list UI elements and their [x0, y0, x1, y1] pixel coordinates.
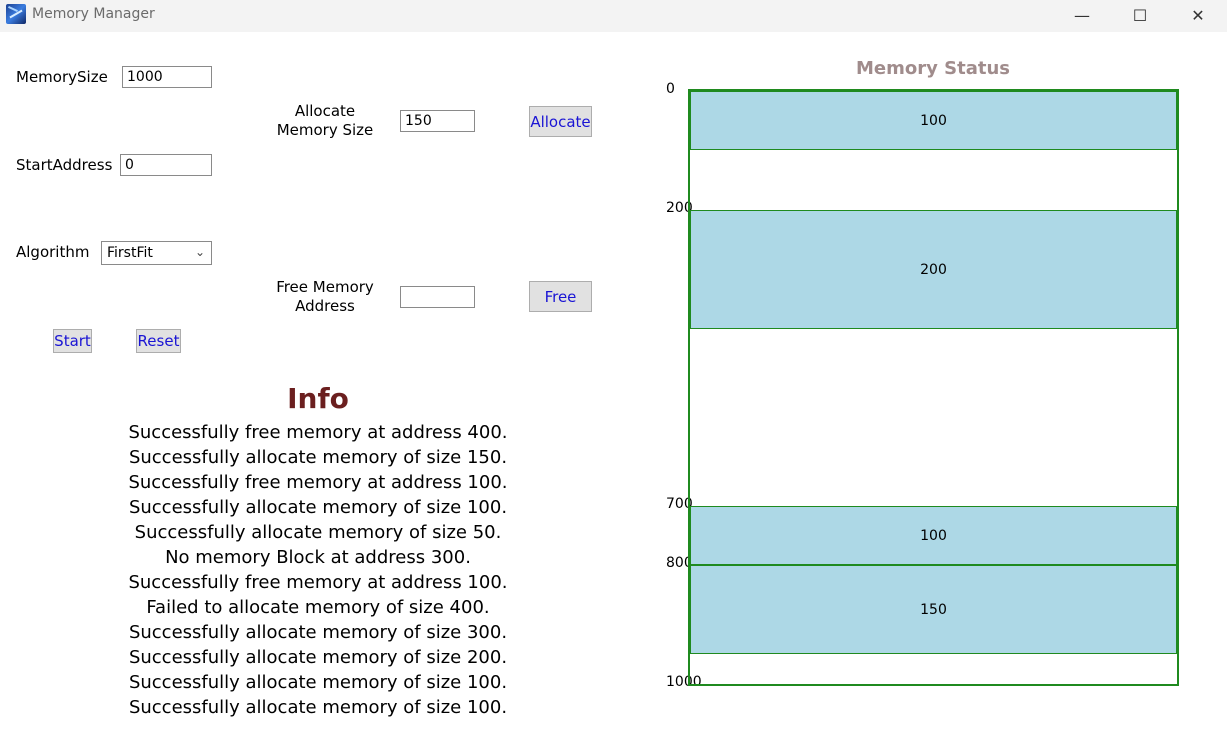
info-message: Successfully free memory at address 100.: [128, 472, 508, 493]
start-button[interactable]: Start: [53, 329, 92, 353]
chevron-down-icon: ⌄: [194, 245, 205, 259]
info-message: Successfully allocate memory of size 200…: [128, 647, 508, 668]
memory-block: 200: [690, 210, 1177, 329]
memory-block-label: 150: [920, 601, 947, 618]
memory-size-input[interactable]: 1000: [122, 66, 212, 88]
memory-map: 100 200 100 150: [688, 89, 1179, 686]
algorithm-select[interactable]: FirstFit ⌄: [101, 241, 212, 265]
memory-block: 150: [690, 565, 1177, 654]
maximize-button[interactable]: ☐: [1111, 0, 1169, 30]
memory-block-label: 100: [920, 112, 947, 129]
info-log: Successfully free memory at address 400.…: [18, 420, 618, 720]
reset-button[interactable]: Reset: [136, 329, 181, 353]
info-message: Successfully allocate memory of size 300…: [128, 622, 508, 643]
free-address-input[interactable]: [400, 286, 475, 308]
allocate-size-label: Allocate Memory Size: [276, 102, 374, 139]
maximize-icon: ☐: [1132, 5, 1148, 25]
free-button[interactable]: Free: [529, 281, 592, 312]
info-message: Successfully free memory at address 400.: [128, 422, 508, 443]
algorithm-value: FirstFit: [107, 245, 153, 261]
minimize-button[interactable]: —: [1053, 0, 1111, 30]
memory-block-label: 100: [920, 527, 947, 544]
title-bar: Memory Manager — ☐ ✕: [0, 0, 1227, 32]
free-address-label: Free Memory Address: [276, 278, 374, 315]
minimize-icon: —: [1074, 5, 1090, 25]
info-message: Failed to allocate memory of size 400.: [146, 597, 490, 618]
close-button[interactable]: ✕: [1169, 0, 1227, 30]
memory-status-title: Memory Status: [856, 58, 1010, 79]
info-message: Successfully free memory at address 100.: [128, 572, 508, 593]
close-icon: ✕: [1191, 5, 1205, 25]
memory-size-label: MemorySize: [16, 68, 108, 86]
allocate-size-input[interactable]: 150: [400, 110, 475, 132]
info-title: Info: [287, 382, 349, 415]
algorithm-label: Algorithm: [16, 243, 90, 261]
start-address-input[interactable]: 0: [120, 154, 212, 176]
allocate-button[interactable]: Allocate: [529, 106, 592, 137]
info-message: Successfully allocate memory of size 100…: [128, 697, 508, 718]
memory-block: 100: [690, 91, 1177, 150]
window-title: Memory Manager: [32, 6, 155, 22]
memory-block: 100: [690, 506, 1177, 565]
info-message: Successfully allocate memory of size 150…: [128, 447, 508, 468]
info-message: No memory Block at address 300.: [165, 547, 471, 568]
app-icon: [6, 4, 26, 24]
memory-block-label: 200: [920, 261, 947, 278]
info-message: Successfully allocate memory of size 100…: [128, 497, 508, 518]
address-label: 0: [666, 81, 675, 97]
start-address-label: StartAddress: [16, 156, 113, 174]
info-message: Successfully allocate memory of size 50.: [134, 522, 502, 543]
info-message: Successfully allocate memory of size 100…: [128, 672, 508, 693]
